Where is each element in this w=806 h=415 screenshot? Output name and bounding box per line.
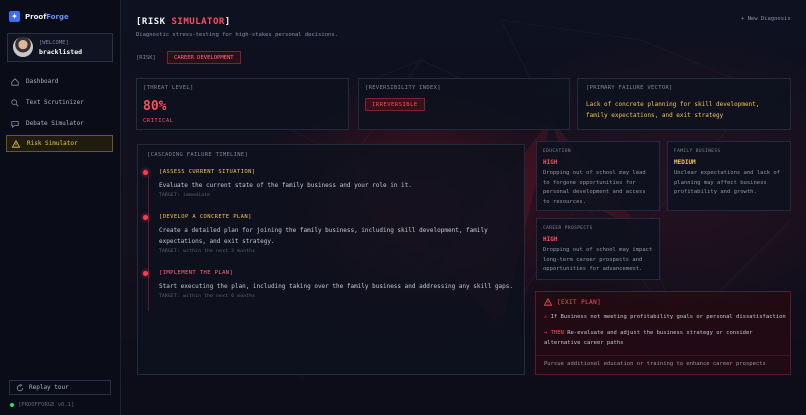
failure-vector-card: [PRIMARY FAILURE VECTOR] Lack of concret… (577, 78, 791, 130)
threat-level-card: [THREAT LEVEL] 80% CRITICAL (136, 78, 349, 130)
sidebar-item-risk-simulator[interactable]: Risk Simulator (6, 135, 113, 152)
timeline-dot (143, 170, 148, 175)
timeline-line (148, 176, 149, 311)
sidebar-item-text-scrutinizer[interactable]: Text Scrutinizer (6, 94, 113, 111)
replay-tour-button[interactable]: Replay tour (9, 380, 111, 395)
exit-plan-footer: Pursue additional education or training … (536, 355, 790, 367)
timeline-item-desc: Evaluate the current state of the family… (159, 182, 412, 189)
timeline-dot (143, 271, 148, 276)
welcome-label: [WELCOME] (39, 40, 69, 46)
home-icon (11, 77, 19, 86)
timeline-item-target: TARGET: immediate (159, 193, 211, 198)
threat-level-status: CRITICAL (143, 118, 174, 124)
warning-icon (544, 298, 552, 306)
timeline-dot (143, 215, 148, 220)
user-card[interactable]: [WELCOME] bracklisted (7, 33, 113, 62)
warning-icon (12, 139, 20, 148)
reversibility-label: [REVERSIBILITY INDEX] (365, 85, 441, 91)
risk-tag: CAREER DEVELOPMENT (167, 51, 241, 64)
threat-level-label: [THREAT LEVEL] (143, 85, 194, 91)
impact-level: HIGH (543, 236, 558, 243)
impact-text: Unclear expectations and lack of plannin… (674, 170, 780, 195)
exit-plan-header: [EXIT PLAN] (544, 298, 601, 306)
failure-vector-label: [PRIMARY FAILURE VECTOR] (586, 85, 673, 91)
exit-plan-card: [EXIT PLAN] ⚠ If Business not meeting pr… (535, 291, 791, 375)
timeline-item-title: [IMPLEMENT THE PLAN] (159, 270, 234, 276)
avatar (13, 37, 33, 57)
timeline-item-target: TARGET: within the next 6 months (159, 294, 256, 299)
timeline-card: [CASCADING FAILURE TIMELINE] [ASSESS CUR… (137, 144, 525, 375)
impact-text: Dropping out of school may impact long-t… (543, 247, 653, 272)
timeline-item: [DEVELOP A CONCRETE PLAN] Create a detai… (143, 214, 524, 254)
warning-icon: ⚠ (544, 314, 548, 320)
sidebar-item-label: Debate Simulator (26, 120, 84, 127)
impact-category: EDUCATION (543, 149, 571, 154)
impact-card-family-business: FAMILY BUSINESS MEDIUM Unclear expectati… (667, 141, 791, 211)
impact-level: MEDIUM (674, 159, 696, 166)
logo-icon: ✦ (9, 11, 20, 22)
failure-vector-text: Lack of concrete planning for skill deve… (586, 101, 760, 119)
page-title: [RISK SIMULATOR] (136, 17, 231, 27)
timeline-item: [IMPLEMENT THE PLAN] Start executing the… (143, 270, 524, 299)
sidebar-item-label: Risk Simulator (27, 140, 78, 147)
search-icon (11, 98, 19, 106)
reversibility-badge: IRREVERSIBLE (365, 98, 425, 111)
version-text: [PROOFFORGE v0.1] (18, 402, 75, 408)
exit-plan-then-keyword: THEN (550, 330, 564, 336)
sidebar: ✦ ProofForge [WELCOME] bracklisted Dashb… (0, 0, 121, 415)
timeline-item-desc: Create a detailed plan for joining the f… (159, 227, 488, 245)
impact-card-education: EDUCATION HIGH Dropping out of school ma… (536, 141, 660, 211)
replay-label: Replay tour (29, 384, 69, 391)
username: bracklisted (39, 48, 83, 56)
impact-level: HIGH (543, 159, 558, 166)
reversibility-card: [REVERSIBILITY INDEX] IRREVERSIBLE (358, 78, 570, 130)
version-label: [PROOFFORGE v0.1] (10, 402, 74, 408)
exit-plan-then-text: Re-evaluate and adjust the business stra… (544, 330, 753, 346)
risk-label: [RISK] (136, 55, 156, 61)
timeline-item-desc: Start executing the plan, including taki… (159, 283, 514, 290)
chat-icon (11, 120, 19, 128)
timeline-item-title: [ASSESS CURRENT SITUATION] (159, 169, 256, 175)
sidebar-item-label: Text Scrutinizer (26, 99, 84, 106)
timeline-item: [ASSESS CURRENT SITUATION] Evaluate the … (143, 169, 524, 198)
app-name: ProofForge (25, 12, 69, 21)
timeline-label: [CASCADING FAILURE TIMELINE] (147, 152, 249, 158)
threat-level-value: 80% (143, 99, 167, 114)
sidebar-item-debate-simulator[interactable]: Debate Simulator (6, 115, 113, 132)
sidebar-item-dashboard[interactable]: Dashboard (6, 73, 113, 90)
arrow-icon: → (544, 330, 548, 336)
impact-category: CAREER PROSPECTS (543, 226, 593, 231)
impact-card-career-prospects: CAREER PROSPECTS HIGH Dropping out of sc… (536, 218, 660, 280)
exit-plan-then: → THEN Re-evaluate and adjust the busine… (544, 328, 784, 348)
timeline-item-title: [DEVELOP A CONCRETE PLAN] (159, 214, 252, 220)
exit-plan-label: [EXIT PLAN] (557, 298, 602, 306)
impact-category: FAMILY BUSINESS (674, 149, 721, 154)
status-dot (10, 403, 14, 407)
timeline-item-target: TARGET: within the next 3 months (159, 249, 256, 254)
sidebar-item-label: Dashboard (26, 78, 59, 85)
exit-plan-if-text: If Business not meeting profitability go… (550, 314, 786, 320)
exit-plan-if: ⚠ If Business not meeting profitability … (544, 312, 786, 322)
new-diagnosis-button[interactable]: + New Diagnosis (741, 16, 791, 22)
app-logo[interactable]: ✦ ProofForge (9, 11, 69, 22)
page-subtitle: Diagnostic stress-testing for high-stake… (136, 32, 338, 38)
impact-text: Dropping out of school may lead to forgo… (543, 170, 646, 205)
replay-icon (16, 383, 24, 391)
